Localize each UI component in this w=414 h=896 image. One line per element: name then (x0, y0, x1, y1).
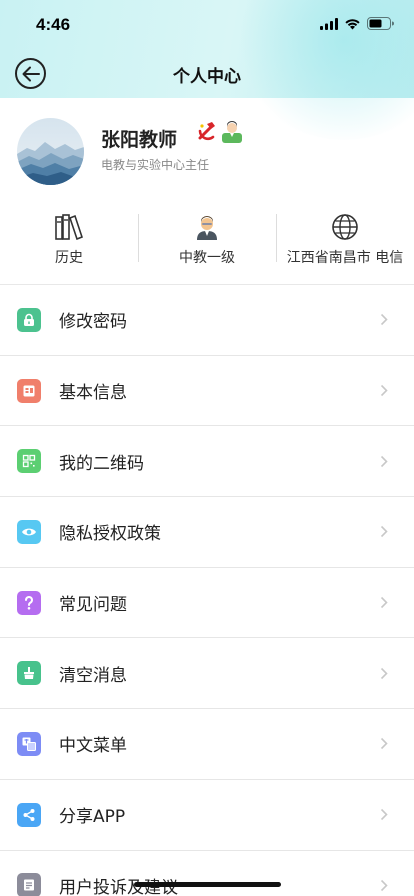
menu-item-label: 我的二维码 (59, 453, 144, 474)
share-icon (17, 802, 41, 827)
profile-section: 张阳教师 电教与实验中心主任 (0, 98, 414, 208)
user-name: 张阳教师 (101, 129, 178, 151)
qr-code-icon (17, 449, 41, 474)
chevron-right-icon (380, 738, 388, 750)
status-icons (320, 17, 394, 30)
chevron-right-icon (380, 809, 388, 821)
settings-menu: 修改密码 基本信息 我的二维码 隐私授权政策 常见问题 清空消息 中文菜单 分享… (0, 284, 414, 896)
page-title: 个人中心 (173, 67, 241, 87)
badge-group (196, 120, 244, 144)
menu-item-label: 清空消息 (59, 665, 127, 686)
stat-label: 江西省南昌市 电信 (286, 250, 404, 266)
battery-icon (367, 17, 394, 30)
eye-icon (17, 519, 41, 544)
status-time: 4:46 (36, 15, 71, 34)
menu-item-label: 隐私授权政策 (59, 524, 161, 545)
translate-icon (17, 731, 41, 756)
broom-icon (17, 661, 41, 686)
stat-label: 历史 (55, 250, 83, 266)
chevron-right-icon (380, 455, 388, 467)
stat-location[interactable]: 江西省南昌市 电信 (276, 208, 414, 276)
stat-history[interactable]: 历史 (0, 208, 138, 276)
chevron-right-icon (380, 879, 388, 891)
books-icon (55, 214, 83, 240)
menu-item-feedback[interactable]: 用户投诉及建议 (0, 851, 414, 896)
stat-label: 中教一级 (179, 250, 235, 266)
home-indicator[interactable] (134, 882, 281, 887)
user-position: 电教与实验中心主任 (101, 158, 210, 172)
menu-item-label: 修改密码 (59, 312, 127, 333)
globe-icon (332, 214, 358, 240)
party-emblem-icon (198, 122, 215, 140)
feedback-icon (17, 873, 41, 896)
menu-item-label: 常见问题 (59, 595, 127, 616)
menu-item-clear-messages[interactable]: 清空消息 (0, 638, 414, 710)
navigation-bar: 个人中心 (0, 50, 414, 98)
teacher-icon (197, 216, 217, 240)
menu-item-basic-info[interactable]: 基本信息 (0, 356, 414, 427)
stat-rank[interactable]: 中教一级 (138, 208, 276, 276)
question-icon (17, 590, 41, 615)
status-bar: 4:46 (0, 0, 414, 50)
chevron-right-icon (380, 314, 388, 326)
lock-icon (17, 307, 41, 332)
menu-item-faq[interactable]: 常见问题 (0, 568, 414, 639)
stats-row: 历史 中教一级 江西省南昌市 电信 (0, 208, 414, 276)
chevron-right-icon (380, 526, 388, 538)
menu-item-chinese-menu[interactable]: 中文菜单 (0, 709, 414, 780)
menu-item-qr-code[interactable]: 我的二维码 (0, 426, 414, 498)
menu-item-change-password[interactable]: 修改密码 (0, 285, 414, 356)
wifi-icon (345, 18, 360, 29)
menu-item-label: 中文菜单 (59, 736, 127, 757)
menu-item-label: 基本信息 (59, 383, 127, 404)
profile-card-icon (17, 378, 41, 403)
menu-item-share-app[interactable]: 分享APP (0, 780, 414, 851)
teacher-badge-icon (222, 121, 242, 143)
avatar[interactable] (17, 118, 84, 185)
menu-item-label: 分享APP (59, 807, 126, 828)
signal-icon (320, 17, 338, 30)
menu-item-privacy-policy[interactable]: 隐私授权政策 (0, 497, 414, 568)
chevron-right-icon (380, 597, 388, 609)
chevron-right-icon (380, 667, 388, 679)
mountain-landscape-icon (17, 118, 84, 185)
chevron-right-icon (380, 384, 388, 397)
